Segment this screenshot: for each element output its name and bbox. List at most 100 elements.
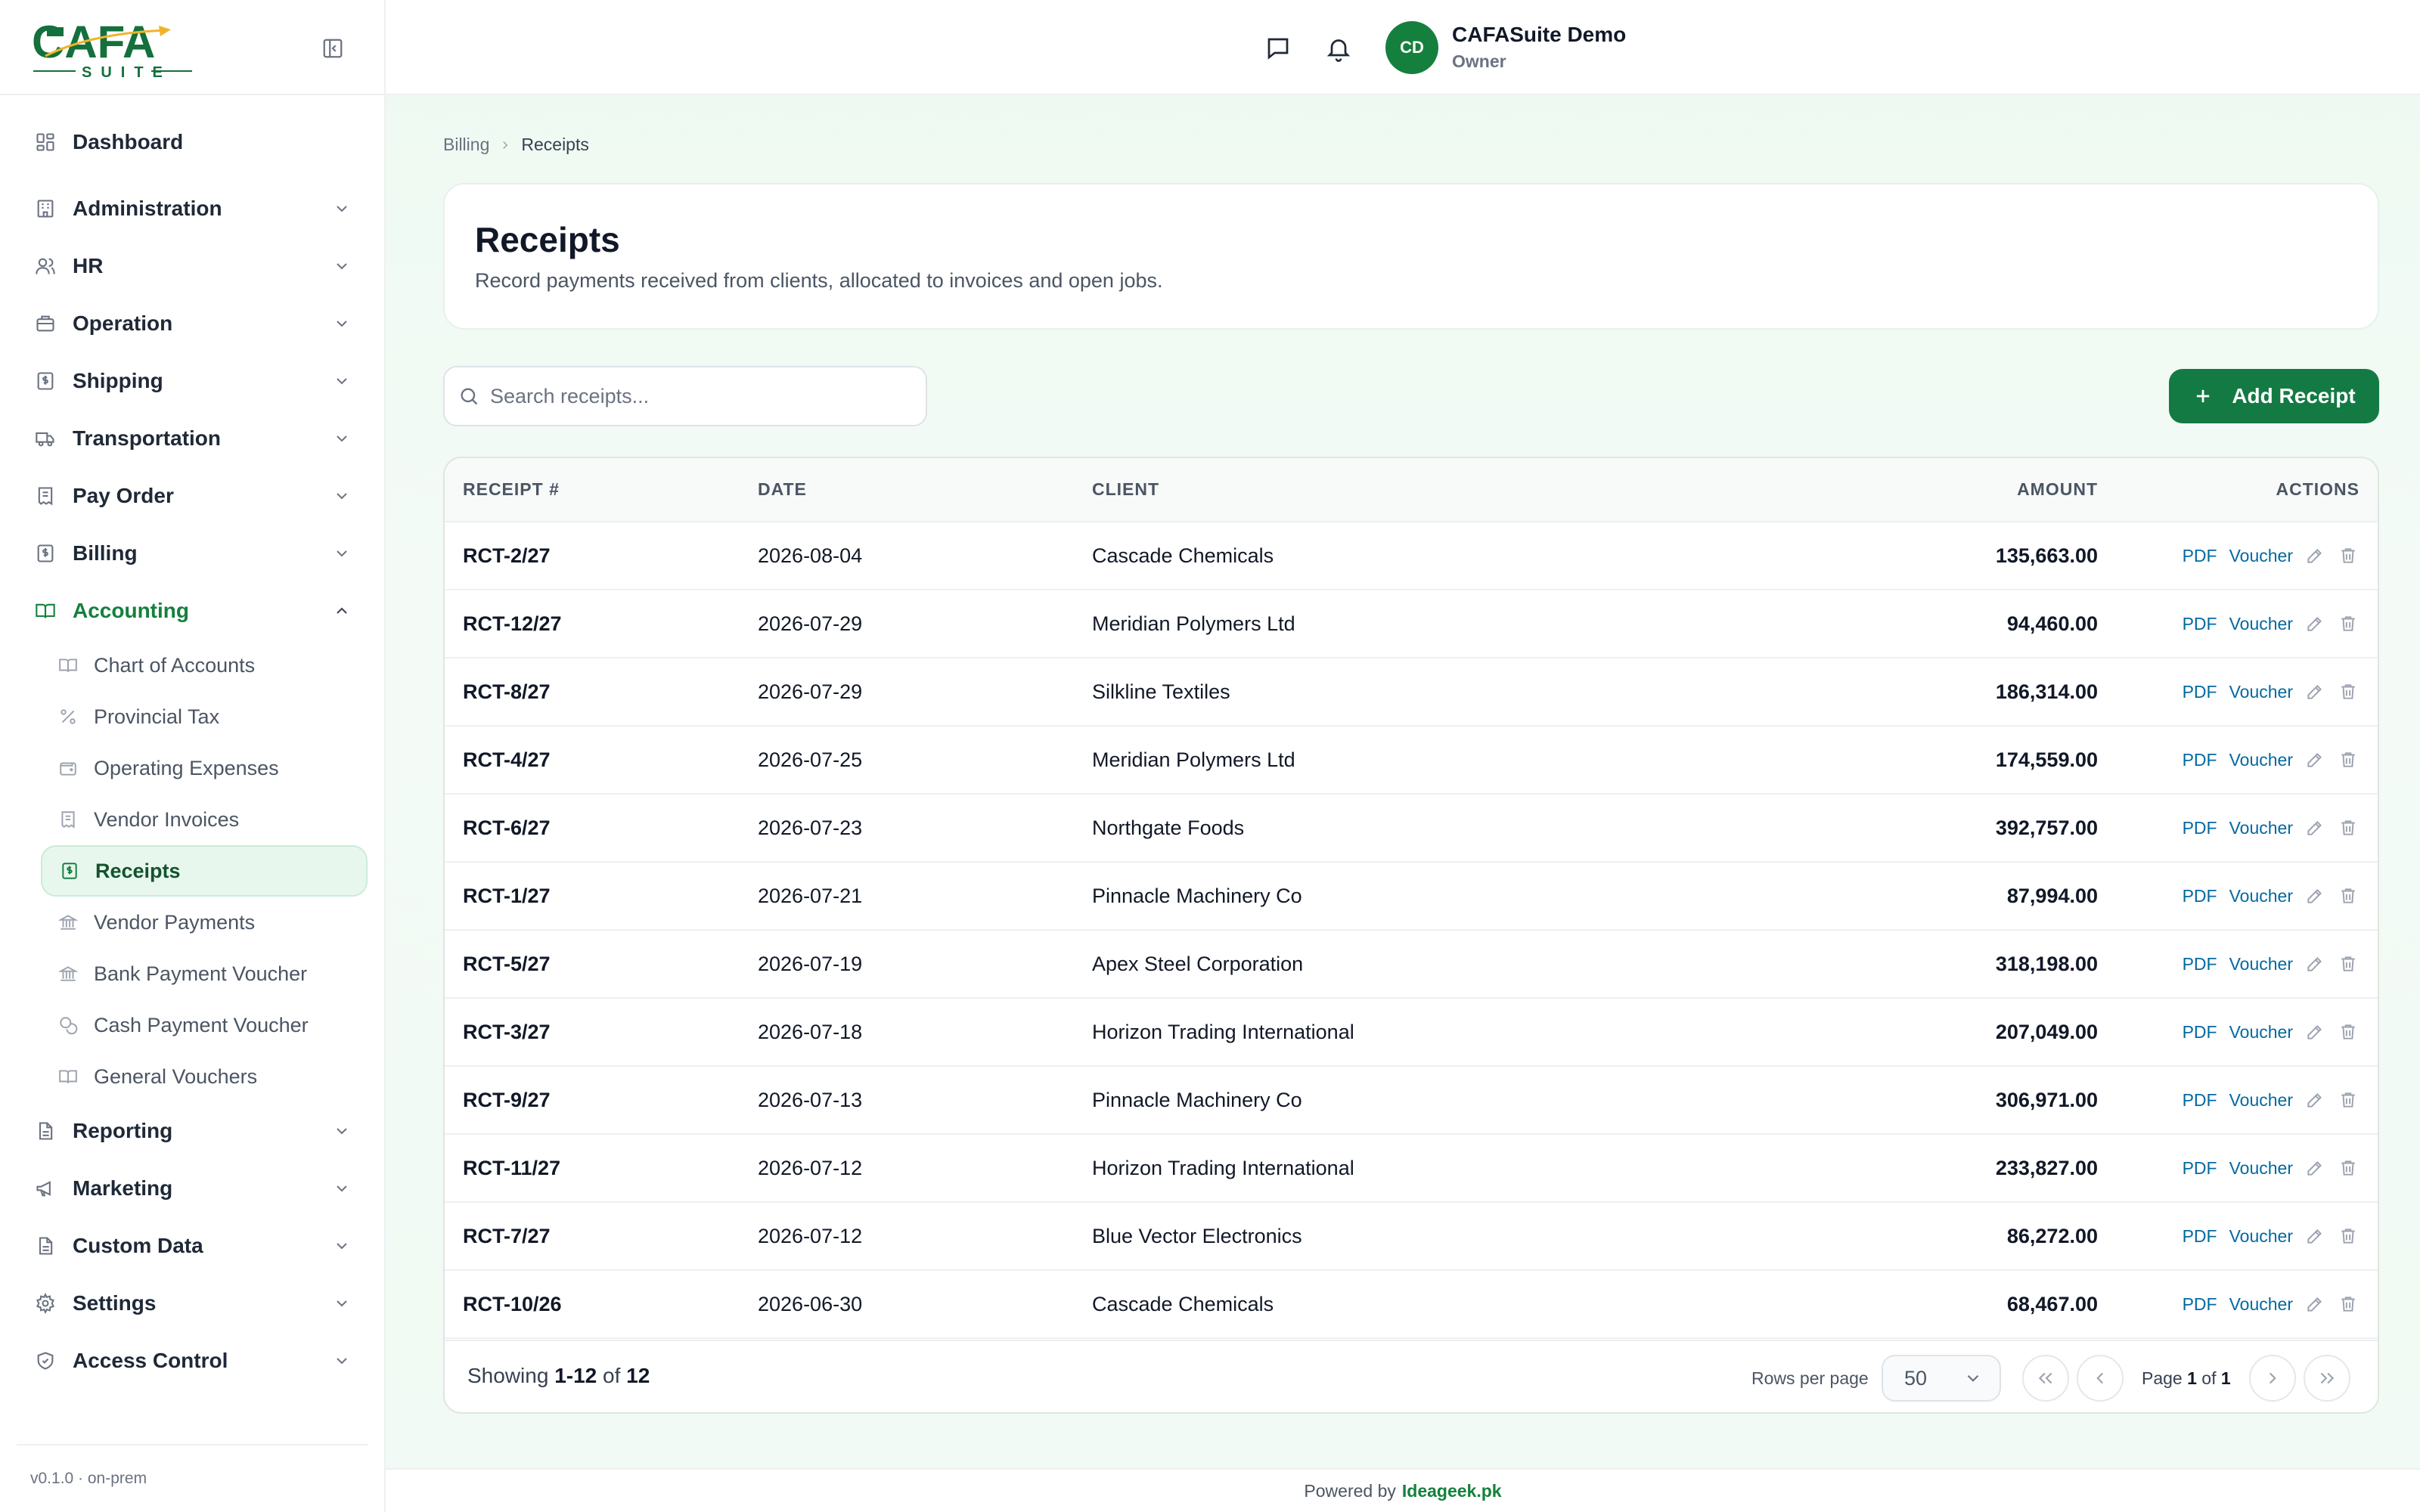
pdf-link[interactable]: PDF	[2183, 1294, 2217, 1315]
voucher-link[interactable]: Voucher	[2229, 750, 2293, 770]
next-page-button[interactable]	[2249, 1355, 2296, 1402]
trash-icon[interactable]	[2337, 953, 2360, 975]
table-row[interactable]: RCT-9/27 2026-07-13 Pinnacle Machinery C…	[445, 1066, 2378, 1134]
table-row[interactable]: RCT-6/27 2026-07-23 Northgate Foods 392,…	[445, 794, 2378, 862]
sidebar-item-pay-order[interactable]: Pay Order	[0, 467, 384, 525]
table-row[interactable]: RCT-5/27 2026-07-19 Apex Steel Corporati…	[445, 930, 2378, 998]
voucher-link[interactable]: Voucher	[2229, 682, 2293, 702]
sidebar-item-custom-data[interactable]: Custom Data	[0, 1217, 384, 1275]
rows-per-page-select[interactable]: 50	[1882, 1355, 2001, 1402]
sidebar-subitem-provincial-tax[interactable]: Provincial Tax	[41, 691, 368, 742]
receipt-number[interactable]: RCT-3/27	[445, 998, 758, 1066]
edit-icon[interactable]	[2304, 544, 2326, 567]
sidebar-item-administration[interactable]: Administration	[0, 180, 384, 237]
user-name[interactable]: CAFASuite Demo	[1452, 23, 1626, 47]
notifications-button[interactable]	[1323, 33, 1354, 64]
sidebar-item-operation[interactable]: Operation	[0, 295, 384, 352]
trash-icon[interactable]	[2337, 1021, 2360, 1043]
table-row[interactable]: RCT-2/27 2026-08-04 Cascade Chemicals 13…	[445, 522, 2378, 590]
edit-icon[interactable]	[2304, 680, 2326, 703]
trash-icon[interactable]	[2337, 748, 2360, 771]
sidebar-subitem-cash-payment-voucher[interactable]: Cash Payment Voucher	[41, 999, 368, 1051]
first-page-button[interactable]	[2022, 1355, 2069, 1402]
table-row[interactable]: RCT-10/26 2026-06-30 Cascade Chemicals 6…	[445, 1270, 2378, 1338]
table-row[interactable]: RCT-8/27 2026-07-29 Silkline Textiles 18…	[445, 658, 2378, 726]
voucher-link[interactable]: Voucher	[2229, 818, 2293, 838]
receipt-number[interactable]: RCT-8/27	[445, 658, 758, 726]
trash-icon[interactable]	[2337, 612, 2360, 635]
pdf-link[interactable]: PDF	[2183, 954, 2217, 974]
column-header-receipt[interactable]: RECEIPT #	[445, 458, 758, 522]
search-input[interactable]	[490, 384, 914, 408]
receipt-number[interactable]: RCT-9/27	[445, 1066, 758, 1134]
table-row[interactable]: RCT-12/27 2026-07-29 Meridian Polymers L…	[445, 590, 2378, 658]
sidebar-item-marketing[interactable]: Marketing	[0, 1160, 384, 1217]
sidebar-item-settings[interactable]: Settings	[0, 1275, 384, 1332]
voucher-link[interactable]: Voucher	[2229, 546, 2293, 566]
receipt-number[interactable]: RCT-11/27	[445, 1134, 758, 1202]
column-header-client[interactable]: CLIENT	[1092, 458, 1818, 522]
voucher-link[interactable]: Voucher	[2229, 1022, 2293, 1043]
voucher-link[interactable]: Voucher	[2229, 1294, 2293, 1315]
search-box[interactable]	[443, 366, 927, 426]
sidebar-item-transportation[interactable]: Transportation	[0, 410, 384, 467]
edit-icon[interactable]	[2304, 885, 2326, 907]
edit-icon[interactable]	[2304, 1089, 2326, 1111]
voucher-link[interactable]: Voucher	[2229, 1158, 2293, 1179]
table-row[interactable]: RCT-11/27 2026-07-12 Horizon Trading Int…	[445, 1134, 2378, 1202]
sidebar-subitem-general-vouchers[interactable]: General Vouchers	[41, 1051, 368, 1102]
voucher-link[interactable]: Voucher	[2229, 614, 2293, 634]
pdf-link[interactable]: PDF	[2183, 1226, 2217, 1247]
collapse-sidebar-button[interactable]	[318, 33, 348, 64]
receipt-number[interactable]: RCT-2/27	[445, 522, 758, 590]
avatar[interactable]: CD	[1385, 21, 1438, 74]
trash-icon[interactable]	[2337, 816, 2360, 839]
column-header-date[interactable]: DATE	[758, 458, 1092, 522]
edit-icon[interactable]	[2304, 612, 2326, 635]
receipt-number[interactable]: RCT-5/27	[445, 930, 758, 998]
sidebar-item-reporting[interactable]: Reporting	[0, 1102, 384, 1160]
sidebar-item-dashboard[interactable]: Dashboard	[0, 113, 384, 171]
breadcrumb-parent[interactable]: Billing	[443, 135, 489, 155]
pdf-link[interactable]: PDF	[2183, 750, 2217, 770]
edit-icon[interactable]	[2304, 816, 2326, 839]
pdf-link[interactable]: PDF	[2183, 1022, 2217, 1043]
messages-button[interactable]	[1263, 33, 1293, 64]
pdf-link[interactable]: PDF	[2183, 1158, 2217, 1179]
trash-icon[interactable]	[2337, 1089, 2360, 1111]
edit-icon[interactable]	[2304, 748, 2326, 771]
sidebar-subitem-receipts[interactable]: Receipts	[41, 845, 368, 897]
sidebar-item-accounting[interactable]: Accounting	[0, 582, 384, 640]
trash-icon[interactable]	[2337, 1225, 2360, 1247]
pdf-link[interactable]: PDF	[2183, 546, 2217, 566]
footer-brand-link[interactable]: Ideageek.pk	[1402, 1481, 1502, 1501]
sidebar-item-hr[interactable]: HR	[0, 237, 384, 295]
sidebar-item-access-control[interactable]: Access Control	[0, 1332, 384, 1390]
edit-icon[interactable]	[2304, 1157, 2326, 1179]
sidebar-subitem-vendor-invoices[interactable]: Vendor Invoices	[41, 794, 368, 845]
voucher-link[interactable]: Voucher	[2229, 886, 2293, 906]
previous-page-button[interactable]	[2077, 1355, 2124, 1402]
pdf-link[interactable]: PDF	[2183, 682, 2217, 702]
pdf-link[interactable]: PDF	[2183, 886, 2217, 906]
sidebar-subitem-vendor-payments[interactable]: Vendor Payments	[41, 897, 368, 948]
table-row[interactable]: RCT-7/27 2026-07-12 Blue Vector Electron…	[445, 1202, 2378, 1270]
pdf-link[interactable]: PDF	[2183, 1090, 2217, 1111]
receipt-number[interactable]: RCT-7/27	[445, 1202, 758, 1270]
cafa-logo[interactable]: CAFA SUITE	[30, 17, 197, 82]
trash-icon[interactable]	[2337, 1157, 2360, 1179]
sidebar-subitem-bank-payment-voucher[interactable]: Bank Payment Voucher	[41, 948, 368, 999]
edit-icon[interactable]	[2304, 1021, 2326, 1043]
pdf-link[interactable]: PDF	[2183, 614, 2217, 634]
table-row[interactable]: RCT-1/27 2026-07-21 Pinnacle Machinery C…	[445, 862, 2378, 930]
receipt-number[interactable]: RCT-10/26	[445, 1270, 758, 1338]
table-row[interactable]: RCT-4/27 2026-07-25 Meridian Polymers Lt…	[445, 726, 2378, 794]
table-row[interactable]: RCT-3/27 2026-07-18 Horizon Trading Inte…	[445, 998, 2378, 1066]
trash-icon[interactable]	[2337, 1293, 2360, 1315]
pdf-link[interactable]: PDF	[2183, 818, 2217, 838]
receipt-number[interactable]: RCT-1/27	[445, 862, 758, 930]
column-header-amount[interactable]: AMOUNT	[1818, 458, 2098, 522]
edit-icon[interactable]	[2304, 1293, 2326, 1315]
edit-icon[interactable]	[2304, 953, 2326, 975]
sidebar-subitem-operating-expenses[interactable]: Operating Expenses	[41, 742, 368, 794]
